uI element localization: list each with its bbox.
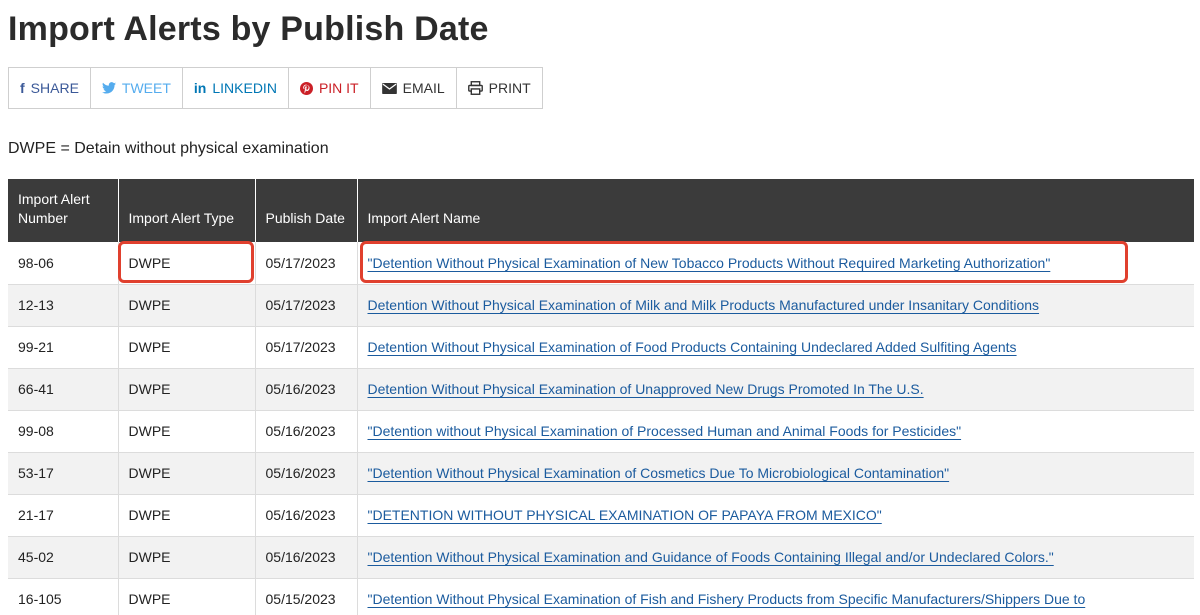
share-email-button[interactable]: EMAIL <box>371 68 457 108</box>
alert-name-link[interactable]: "Detention Without Physical Examination … <box>368 255 1051 271</box>
share-pinterest-label: PIN IT <box>318 80 359 96</box>
alert-type: DWPE <box>117 368 255 411</box>
table-row: 66-41 DWPE 05/16/2023 Detention Without … <box>8 368 1194 411</box>
table-row: 99-08 DWPE 05/16/2023 "Detention without… <box>8 410 1194 453</box>
alert-name-link[interactable]: Detention Without Physical Examination o… <box>368 339 1017 355</box>
alert-number: 66-41 <box>8 368 118 411</box>
alert-name-link[interactable]: "DETENTION WITHOUT PHYSICAL EXAMINATION … <box>368 507 882 523</box>
alert-number: 99-21 <box>8 326 118 369</box>
table-row: 99-21 DWPE 05/17/2023 Detention Without … <box>8 326 1194 369</box>
share-bar: f SHARE TWEET in LINKEDIN PIN IT EMAIL P… <box>8 67 543 109</box>
share-pinterest-button[interactable]: PIN IT <box>289 68 371 108</box>
header-import-alert-number[interactable]: Import Alert Number <box>8 179 118 242</box>
table-row: 45-02 DWPE 05/16/2023 "Detention Without… <box>8 536 1194 579</box>
alert-date: 05/17/2023 <box>254 326 357 369</box>
alert-name-link[interactable]: "Detention without Physical Examination … <box>368 423 962 439</box>
header-import-alert-name[interactable]: Import Alert Name <box>356 179 1194 242</box>
alert-type: DWPE <box>117 452 255 495</box>
alert-name-link[interactable]: "Detention Without Physical Examination … <box>368 549 1054 565</box>
alert-date: 05/16/2023 <box>254 536 357 579</box>
alert-type: DWPE <box>117 494 255 537</box>
alert-date: 05/16/2023 <box>254 368 357 411</box>
table-row: 98-06 DWPE 05/17/2023 "Detention Without… <box>8 242 1194 285</box>
table-header-row: Import Alert Number Import Alert Type Pu… <box>8 179 1194 242</box>
import-alerts-table: Import Alert Number Import Alert Type Pu… <box>8 179 1194 615</box>
envelope-icon <box>381 82 397 94</box>
alert-number: 12-13 <box>8 284 118 327</box>
alert-date: 05/16/2023 <box>254 452 357 495</box>
share-twitter-label: TWEET <box>121 80 171 96</box>
print-label: PRINT <box>488 80 531 96</box>
print-button[interactable]: PRINT <box>457 68 542 108</box>
alert-number: 99-08 <box>8 410 118 453</box>
table-row: 16-105 DWPE 05/15/2023 "Detention Withou… <box>8 578 1194 615</box>
alert-name-link[interactable]: Detention Without Physical Examination o… <box>368 381 924 397</box>
alert-type: DWPE <box>117 536 255 579</box>
table-row: 21-17 DWPE 05/16/2023 "DETENTION WITHOUT… <box>8 494 1194 537</box>
alert-name-link[interactable]: "Detention Without Physical Examination … <box>368 591 1086 607</box>
alert-type: DWPE <box>117 242 255 285</box>
header-publish-date[interactable]: Publish Date <box>254 179 357 242</box>
share-email-label: EMAIL <box>402 80 445 96</box>
header-import-alert-type[interactable]: Import Alert Type <box>117 179 255 242</box>
alert-date: 05/17/2023 <box>254 284 357 327</box>
page: Import Alerts by Publish Date f SHARE TW… <box>0 0 1200 615</box>
share-twitter-button[interactable]: TWEET <box>91 68 183 108</box>
alert-type: DWPE <box>117 284 255 327</box>
alert-type: DWPE <box>117 326 255 369</box>
twitter-icon <box>101 82 116 94</box>
share-facebook-label: SHARE <box>30 80 79 96</box>
alert-number: 16-105 <box>8 578 118 615</box>
alert-type: DWPE <box>117 410 255 453</box>
alert-name-link[interactable]: "Detention Without Physical Examination … <box>368 465 950 481</box>
table-row: 12-13 DWPE 05/17/2023 Detention Without … <box>8 284 1194 327</box>
alert-date: 05/17/2023 <box>254 242 357 285</box>
alert-number: 98-06 <box>8 242 118 285</box>
table-row: 53-17 DWPE 05/16/2023 "Detention Without… <box>8 452 1194 495</box>
facebook-icon: f <box>20 80 25 96</box>
alert-type: DWPE <box>117 578 255 615</box>
share-linkedin-button[interactable]: in LINKEDIN <box>183 68 289 108</box>
share-facebook-button[interactable]: f SHARE <box>9 68 91 108</box>
linkedin-icon: in <box>193 80 207 96</box>
share-linkedin-label: LINKEDIN <box>212 80 277 96</box>
alert-number: 21-17 <box>8 494 118 537</box>
printer-icon <box>467 81 483 95</box>
pinterest-icon <box>299 81 313 95</box>
dwpe-legend-note: DWPE = Detain without physical examinati… <box>8 140 329 157</box>
alert-date: 05/16/2023 <box>254 494 357 537</box>
alert-date: 05/16/2023 <box>254 410 357 453</box>
alert-number: 45-02 <box>8 536 118 579</box>
alert-date: 05/15/2023 <box>254 578 357 615</box>
page-title: Import Alerts by Publish Date <box>8 10 489 48</box>
alert-name-link[interactable]: Detention Without Physical Examination o… <box>368 297 1040 313</box>
alert-number: 53-17 <box>8 452 118 495</box>
